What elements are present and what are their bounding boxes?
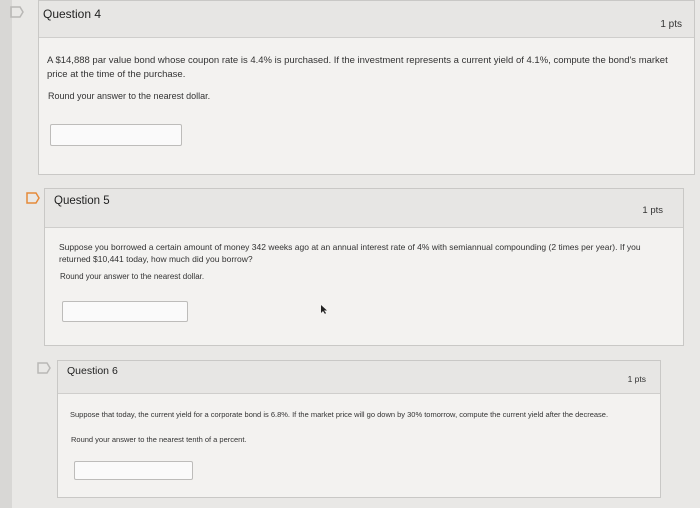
question-6-title: Question 6 (67, 365, 118, 377)
question-4-card: Question 4 1 pts A $14,888 par value bon… (38, 0, 695, 175)
question-6-text: Suppose that today, the current yield fo… (70, 410, 609, 419)
question-5-instruction: Round your answer to the nearest dollar. (60, 272, 205, 281)
question-6-answer-input[interactable] (74, 461, 193, 480)
question-6-header: Question 6 1 pts (58, 361, 660, 394)
question-5-text: Suppose you borrowed a certain amount of… (59, 242, 641, 265)
question-4-answer-input[interactable] (50, 124, 182, 146)
question-6-card: Question 6 1 pts Suppose that today, the… (57, 360, 661, 498)
question-5-card: Question 5 1 pts Suppose you borrowed a … (44, 188, 684, 346)
question-6-instruction: Round your answer to the nearest tenth o… (71, 435, 247, 444)
question-4-points: 1 pts (660, 19, 682, 30)
question-5-header: Question 5 1 pts (45, 189, 683, 228)
question-5-answer-input[interactable] (62, 301, 188, 322)
left-margin-strip (0, 0, 12, 508)
question-4-instruction: Round your answer to the nearest dollar. (48, 91, 211, 101)
question-4-header: Question 4 1 pts (39, 1, 694, 38)
mouse-cursor-icon (321, 305, 327, 314)
question-4-text: A $14,888 par value bond whose coupon ra… (47, 55, 668, 80)
flag-icon[interactable] (26, 192, 40, 204)
flag-icon[interactable] (37, 362, 51, 374)
question-5-title: Question 5 (54, 195, 110, 207)
question-4-title: Question 4 (43, 7, 102, 21)
question-6-points: 1 pts (627, 374, 646, 384)
flag-icon[interactable] (10, 6, 24, 18)
question-5-points: 1 pts (642, 205, 663, 216)
